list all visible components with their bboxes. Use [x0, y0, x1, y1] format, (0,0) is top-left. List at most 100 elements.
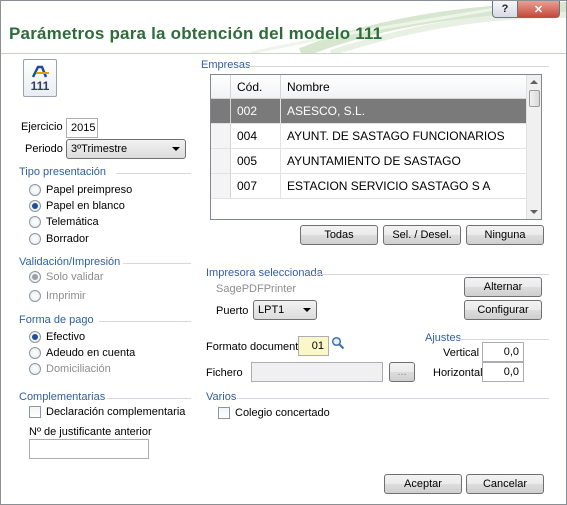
- grid-vertical-scrollbar[interactable]: [526, 75, 541, 219]
- radio-label: Imprimir: [46, 290, 86, 302]
- horizontal-field[interactable]: 0,0: [482, 362, 524, 382]
- radio-dot: [29, 200, 41, 212]
- chevron-down-icon: [303, 308, 311, 312]
- separator: [99, 321, 191, 322]
- cell-cod: 004: [231, 124, 281, 148]
- radio-label: Borrador: [46, 233, 89, 245]
- table-row[interactable]: 007 ESTACION SERVICIO SASTAGO S A: [211, 174, 527, 199]
- title-divider: [1, 53, 566, 54]
- modelo-logo-icon: 111: [23, 59, 57, 97]
- radio-domiciliacion[interactable]: Domiciliación: [29, 363, 111, 375]
- vertical-label: Vertical: [443, 347, 480, 359]
- table-row[interactable]: 004 AYUNT. DE SASTAGO FUNCIONARIOS: [211, 124, 527, 149]
- separator: [237, 398, 549, 399]
- cell-cod: 005: [231, 149, 281, 173]
- radio-telematica[interactable]: Telemática: [29, 216, 99, 228]
- column-header-nombre[interactable]: Nombre: [281, 75, 527, 98]
- separator: [107, 398, 191, 399]
- radio-label: Efectivo: [46, 331, 86, 343]
- dialog-window: Parámetros para la obtención del modelo …: [0, 0, 567, 505]
- grid-corner: [211, 75, 231, 98]
- radio-borrador[interactable]: Borrador: [29, 233, 89, 245]
- radio-efectivo[interactable]: Efectivo: [29, 331, 85, 343]
- justificante-label: Nº de justificante anterior: [29, 426, 152, 438]
- table-row[interactable]: 002 ASESCO, S.L.: [211, 99, 527, 124]
- separator: [244, 66, 549, 67]
- radio-solo-validar[interactable]: Solo validar: [29, 271, 103, 283]
- vertical-field[interactable]: 0,0: [482, 342, 524, 362]
- ejercicio-label: Ejercicio: [21, 121, 63, 133]
- radio-label: Papel preimpreso: [46, 184, 133, 196]
- cell-cod: 002: [231, 99, 281, 123]
- radio-papel-en-blanco[interactable]: Papel en blanco: [29, 200, 125, 212]
- radio-dot: [29, 363, 41, 375]
- radio-label: Papel en blanco: [46, 200, 125, 212]
- empresas-title: Empresas: [201, 59, 251, 71]
- ninguna-button[interactable]: Ninguna: [466, 225, 544, 245]
- periodo-select[interactable]: 3ºTrimestre: [66, 139, 186, 159]
- fichero-label: Fichero: [206, 367, 243, 379]
- cell-cod: 007: [231, 174, 281, 198]
- scroll-down-icon[interactable]: [530, 210, 538, 214]
- radio-label: Adeudo en cuenta: [46, 347, 136, 359]
- periodo-label: Periodo: [25, 143, 63, 155]
- puerto-label: Puerto: [216, 305, 249, 317]
- sel-desel-button[interactable]: Sel. / Desel.: [383, 225, 461, 245]
- checkbox-box: [218, 407, 230, 419]
- column-header-cod[interactable]: Cód.: [231, 75, 281, 98]
- radio-dot: [29, 233, 41, 245]
- scroll-up-icon[interactable]: [530, 80, 538, 84]
- cell-nombre: ASESCO, S.L.: [281, 99, 527, 123]
- empresas-grid[interactable]: Cód. Nombre 002 ASESCO, S.L. 004 AYUNT. …: [210, 74, 542, 220]
- puerto-select[interactable]: LPT1: [253, 300, 317, 320]
- complementarias-title: Complementarias: [19, 391, 106, 403]
- impresora-title: Impresora seleccionada: [206, 267, 323, 279]
- radio-dot: [29, 216, 41, 228]
- periodo-value: 3ºTrimestre: [71, 143, 128, 155]
- close-button[interactable]: ✕: [518, 1, 560, 18]
- table-row[interactable]: 005 AYUNTAMIENTO DE SASTAGO: [211, 149, 527, 174]
- grid-header: Cód. Nombre: [211, 75, 527, 99]
- horizontal-label: Horizontal: [433, 367, 483, 379]
- declaracion-complementaria-checkbox[interactable]: Declaración complementaria: [29, 406, 185, 418]
- chevron-down-icon: [172, 147, 180, 151]
- radio-papel-preimpreso[interactable]: Papel preimpreso: [29, 184, 132, 196]
- separator: [123, 263, 191, 264]
- separator: [314, 274, 549, 275]
- radio-label: Solo validar: [46, 271, 104, 283]
- radio-dot: [29, 347, 41, 359]
- radio-dot: [29, 271, 41, 283]
- title-bar: Parámetros para la obtención del modelo …: [1, 1, 566, 53]
- search-icon[interactable]: [331, 336, 345, 350]
- varios-title: Varios: [206, 391, 237, 403]
- cell-nombre: AYUNT. DE SASTAGO FUNCIONARIOS: [281, 124, 527, 148]
- row-header: [211, 149, 231, 173]
- radio-label: Domiciliación: [46, 363, 111, 375]
- configurar-button[interactable]: Configurar: [464, 300, 542, 320]
- cancelar-button[interactable]: Cancelar: [466, 474, 544, 494]
- help-button[interactable]: ?: [492, 1, 518, 18]
- row-header: [211, 124, 231, 148]
- formato-field[interactable]: 01: [298, 336, 329, 356]
- radio-imprimir[interactable]: Imprimir: [29, 290, 86, 302]
- separator: [116, 173, 191, 174]
- radio-dot: [29, 331, 41, 343]
- row-header: [211, 174, 231, 198]
- alternar-button[interactable]: Alternar: [464, 277, 542, 297]
- radio-adeudo-cuenta[interactable]: Adeudo en cuenta: [29, 347, 135, 359]
- justificante-field[interactable]: [29, 439, 149, 459]
- window-title: Parámetros para la obtención del modelo …: [9, 24, 383, 43]
- scroll-thumb[interactable]: [529, 90, 540, 107]
- printer-name: SagePDFPrinter: [216, 283, 297, 295]
- colegio-concertado-checkbox[interactable]: Colegio concertado: [218, 407, 330, 419]
- ejercicio-field[interactable]: 2015: [66, 118, 98, 138]
- radio-dot: [29, 290, 41, 302]
- browse-button[interactable]: ...: [389, 362, 415, 382]
- fichero-field[interactable]: [251, 362, 383, 382]
- radio-label: Telemática: [46, 216, 99, 228]
- todas-button[interactable]: Todas: [300, 225, 378, 245]
- tipo-presentacion-title: Tipo presentación: [19, 166, 107, 178]
- aceptar-button[interactable]: Aceptar: [384, 474, 462, 494]
- checkbox-label: Declaración complementaria: [46, 406, 186, 418]
- forma-pago-title: Forma de pago: [19, 314, 94, 326]
